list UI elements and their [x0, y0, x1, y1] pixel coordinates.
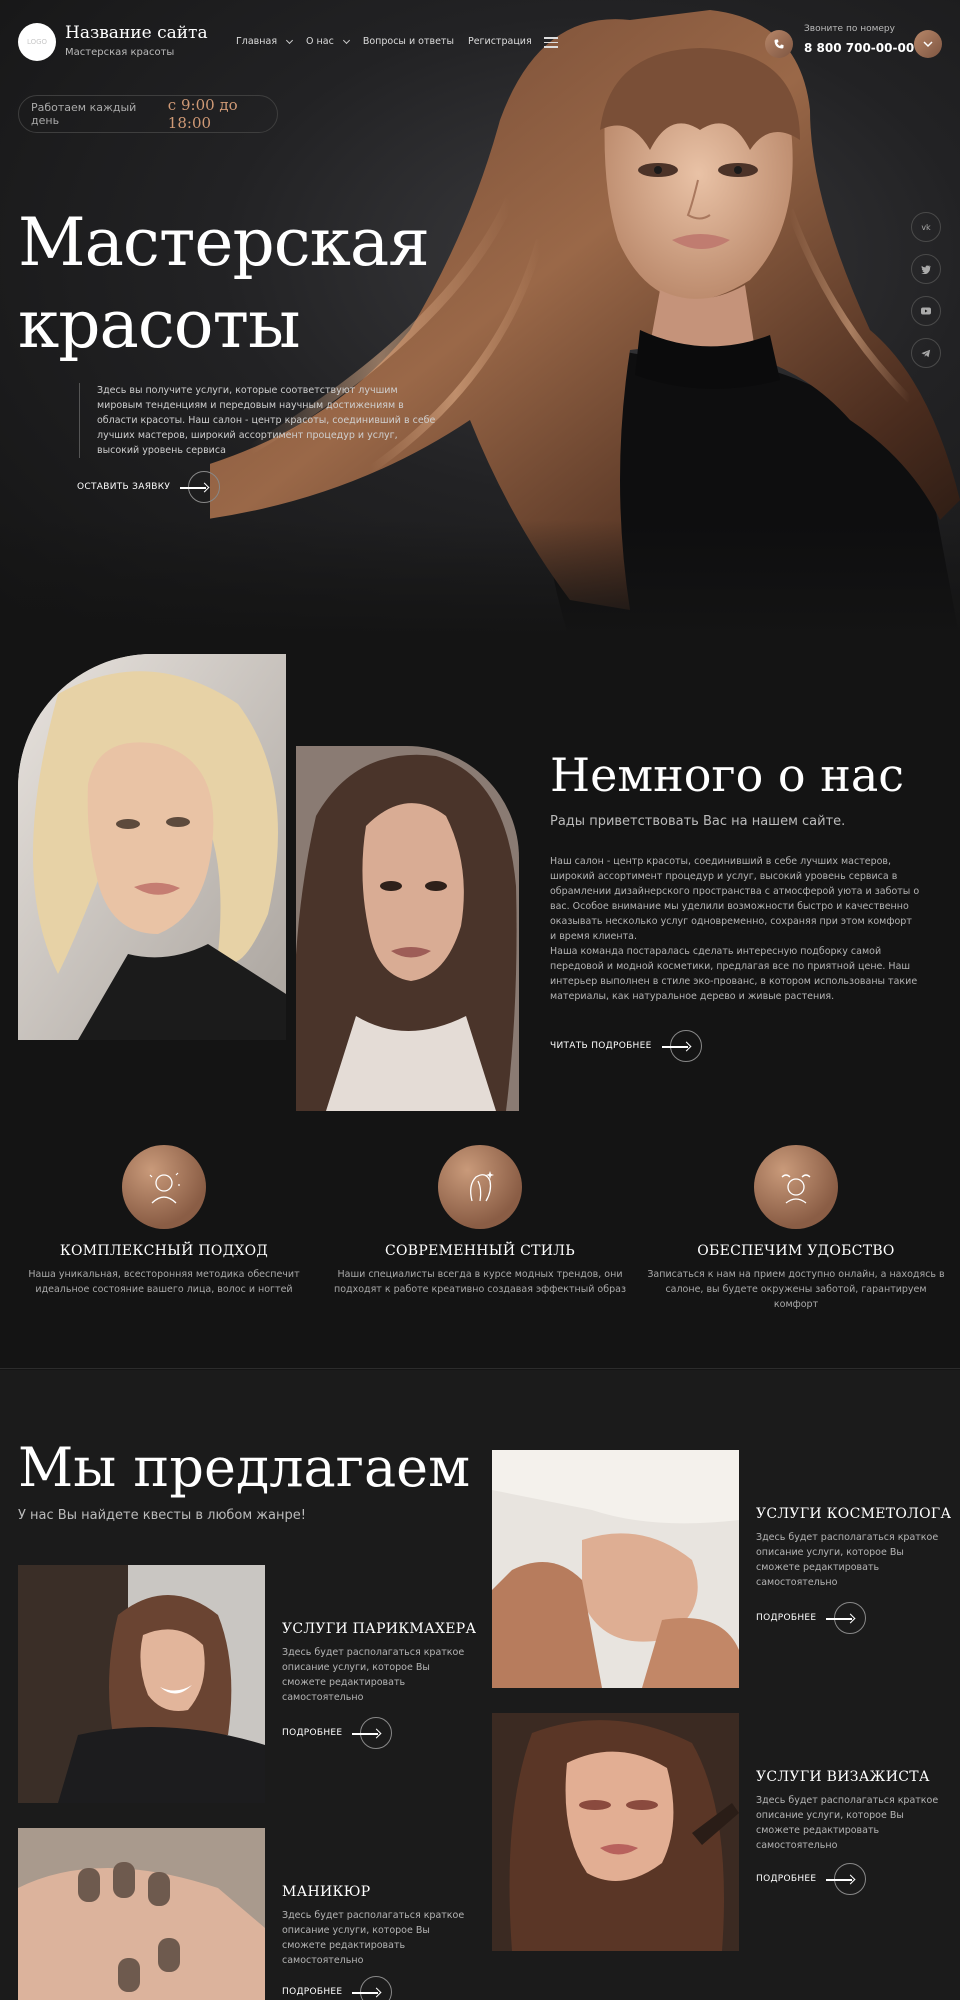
- phone-icon[interactable]: [765, 30, 793, 58]
- arrow-right-icon: [826, 1602, 867, 1634]
- hairdresser-photo[interactable]: [18, 1565, 265, 1803]
- service-more-button[interactable]: ПОДРОБНЕЕ: [282, 1717, 393, 1749]
- hero-fade: [0, 520, 960, 640]
- feature-complex-approach: КОМПЛЕКСНЫЙ ПОДХОД Наша уникальная, всес…: [14, 1145, 314, 1297]
- chevron-down-icon: [286, 36, 294, 44]
- twitter-icon[interactable]: [911, 254, 941, 284]
- feature-text: Наша уникальная, всесторонняя методика о…: [28, 1269, 300, 1295]
- service-description: Здесь будет располагаться краткое описан…: [756, 1532, 939, 1588]
- youtube-icon[interactable]: [911, 296, 941, 326]
- call-label: Звоните по номеру: [804, 24, 895, 34]
- service-more-button[interactable]: ПОДРОБНЕЕ: [756, 1863, 867, 1895]
- about-section: Немного о нас Рады приветствовать Вас на…: [0, 640, 960, 1370]
- nav-item-registration[interactable]: Регистрация: [468, 36, 532, 47]
- feature-title: СОВРЕМЕННЫЙ СТИЛЬ: [385, 1243, 575, 1259]
- services-subtitle: У нас Вы найдете квесты в любом жанре!: [18, 1508, 306, 1523]
- about-paragraph-2: Наша команда постаралась сделать интерес…: [550, 946, 918, 1002]
- nav-label: Регистрация: [467, 36, 532, 47]
- site-name[interactable]: Название сайта: [65, 23, 208, 43]
- cosmetologist-photo[interactable]: [492, 1450, 739, 1688]
- arrow-right-icon: [352, 1976, 393, 2000]
- phone-number[interactable]: 8 800 700-00-00: [804, 41, 914, 55]
- site-subtitle: Мастерская красоты: [65, 47, 175, 58]
- vk-icon[interactable]: vk: [911, 212, 941, 242]
- arrow-right-icon: [826, 1863, 867, 1895]
- read-more-button[interactable]: ЧИТАТЬ ПОДРОБНЕЕ: [550, 1030, 702, 1062]
- hero-title-line1: Мастерская: [18, 204, 430, 281]
- nav-label: Вопросы и ответы: [362, 36, 454, 47]
- feature-text: Записаться к нам на прием доступно онлай…: [647, 1269, 945, 1310]
- nav-label: О нас: [306, 36, 334, 47]
- nav-item-home[interactable]: Главная: [236, 36, 294, 47]
- makeup-artist-photo[interactable]: [492, 1713, 739, 1951]
- hours-time: с 9:00 до 18:00: [167, 96, 238, 132]
- hero-description: Здесь вы получите услуги, которые соотве…: [79, 383, 439, 458]
- telegram-icon[interactable]: [911, 338, 941, 368]
- service-title[interactable]: МАНИКЮР: [282, 1884, 370, 1900]
- manicure-photo[interactable]: [18, 1828, 265, 2000]
- arrow-right-icon: [661, 1030, 702, 1062]
- logo-text: LOGO: [26, 38, 48, 46]
- service-more-button[interactable]: ПОДРОБНЕЕ: [282, 1976, 393, 2000]
- hero-title-line2: красоты: [18, 286, 301, 363]
- more-label: ПОДРОБНЕЕ: [282, 1728, 343, 1738]
- menu-icon[interactable]: [544, 37, 558, 48]
- service-description: Здесь будет располагаться краткое описан…: [756, 1795, 939, 1851]
- feature-text: Наши специалисты всегда в курсе модных т…: [333, 1269, 626, 1295]
- read-more-label: ЧИТАТЬ ПОДРОБНЕЕ: [550, 1041, 652, 1051]
- working-hours: Работаем каждый день с 9:00 до 18:00: [18, 95, 278, 133]
- services-title: Мы предлагаем: [18, 1436, 471, 1499]
- nav-label: Главная: [236, 36, 278, 47]
- hero-title: Мастерская красоты: [18, 202, 438, 366]
- social-links: vk: [911, 212, 941, 380]
- services-section: Мы предлагаем У нас Вы найдете квесты в …: [0, 1370, 960, 2000]
- more-label: ПОДРОБНЕЕ: [282, 1987, 343, 1997]
- nav-item-about[interactable]: О нас: [306, 36, 350, 47]
- service-title[interactable]: УСЛУГИ ВИЗАЖИСТА: [756, 1769, 930, 1785]
- chevron-down-icon[interactable]: [914, 30, 942, 58]
- service-description: Здесь будет располагаться краткое описан…: [282, 1647, 465, 1703]
- hair-style-icon: [438, 1145, 522, 1229]
- hours-label: Работаем каждый день: [31, 101, 137, 127]
- about-subtitle: Рады приветствовать Вас на нашем сайте.: [550, 814, 846, 829]
- leave-request-button[interactable]: ОСТАВИТЬ ЗАЯВКУ: [77, 471, 221, 503]
- feature-title: КОМПЛЕКСНЫЙ ПОДХОД: [59, 1243, 269, 1259]
- cta-label: ОСТАВИТЬ ЗАЯВКУ: [77, 482, 171, 492]
- feature-title: ОБЕСПЕЧИМ УДОБСТВО: [697, 1243, 895, 1259]
- more-label: ПОДРОБНЕЕ: [756, 1613, 817, 1623]
- feature-convenience: ОБЕСПЕЧИМ УДОБСТВО Записаться к нам на п…: [646, 1145, 946, 1312]
- chevron-down-icon: [342, 36, 350, 44]
- service-title[interactable]: УСЛУГИ ПАРИКМАХЕРА: [282, 1621, 476, 1637]
- logo[interactable]: LOGO: [18, 23, 56, 61]
- main-nav: Главная О нас Вопросы и ответы Регистрац…: [236, 36, 532, 47]
- service-more-button[interactable]: ПОДРОБНЕЕ: [756, 1602, 867, 1634]
- arrow-right-icon: [180, 471, 221, 503]
- nav-item-faq[interactable]: Вопросы и ответы: [363, 36, 454, 47]
- about-title: Немного о нас: [550, 748, 905, 802]
- arrow-right-icon: [352, 1717, 393, 1749]
- face-care-icon: [122, 1145, 206, 1229]
- feature-modern-style: СОВРЕМЕННЫЙ СТИЛЬ Наши специалисты всегд…: [330, 1145, 630, 1297]
- service-description: Здесь будет располагаться краткое описан…: [282, 1910, 465, 1966]
- hero-section: LOGO Название сайта Мастерская красоты Г…: [0, 0, 960, 640]
- blonde-model-photo: [18, 654, 286, 1040]
- service-title[interactable]: УСЛУГИ КОСМЕТОЛОГА: [756, 1506, 951, 1522]
- about-paragraph-1: Наш салон - центр красоты, соединивший в…: [550, 856, 920, 942]
- more-label: ПОДРОБНЕЕ: [756, 1874, 817, 1884]
- section-divider: [0, 1368, 960, 1369]
- comfort-icon: [754, 1145, 838, 1229]
- brunette-model-photo: [296, 746, 519, 1111]
